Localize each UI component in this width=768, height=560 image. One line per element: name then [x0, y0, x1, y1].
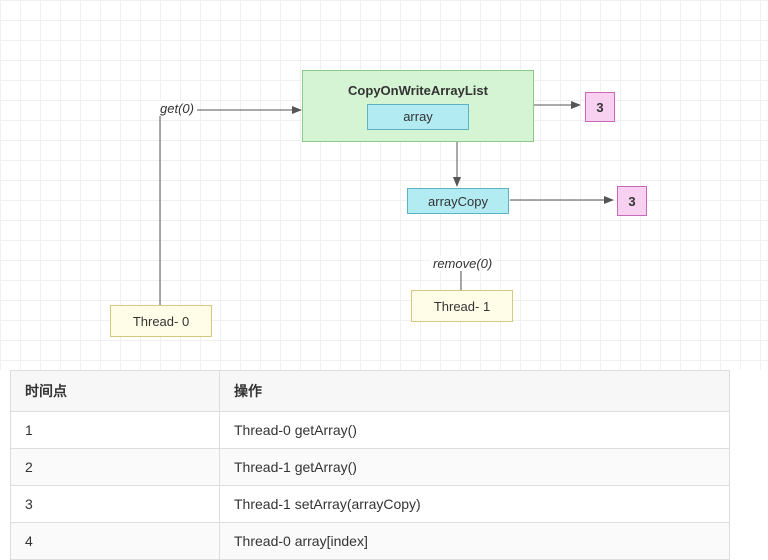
- cell: 3: [585, 92, 615, 122]
- table-cell: Thread-0 array[index]: [220, 523, 730, 560]
- arraycopy-box: arrayCopy: [407, 188, 509, 214]
- array-label: array: [403, 109, 433, 124]
- table-cell: Thread-1 setArray(arrayCopy): [220, 486, 730, 523]
- table-row: 4Thread-0 array[index]: [11, 523, 730, 560]
- thread-0-box: Thread- 0: [110, 305, 212, 337]
- get-label: get(0): [157, 101, 197, 116]
- remove-label: remove(0): [430, 256, 495, 271]
- th-op: 操作: [220, 371, 730, 412]
- timeline-table: 时间点 操作 1Thread-0 getArray()2Thread-1 get…: [10, 370, 730, 560]
- diagram-canvas: Thread- 0 Thread- 1 CopyOnWriteArrayList…: [0, 0, 768, 370]
- thread-1-label: Thread- 1: [434, 299, 490, 314]
- cowlist-box: CopyOnWriteArrayList array: [302, 70, 534, 142]
- thread-0-label: Thread- 0: [133, 314, 189, 329]
- table-row: 3Thread-1 setArray(arrayCopy): [11, 486, 730, 523]
- table-cell: 2: [11, 449, 220, 486]
- table-cell: Thread-1 getArray(): [220, 449, 730, 486]
- thread-1-box: Thread- 1: [411, 290, 513, 322]
- table-cell: 1: [11, 412, 220, 449]
- cowlist-title: CopyOnWriteArrayList: [348, 83, 488, 98]
- table-row: 1Thread-0 getArray(): [11, 412, 730, 449]
- arraycopy-label: arrayCopy: [428, 194, 488, 209]
- array-box: array: [367, 104, 469, 130]
- table-cell: 3: [11, 486, 220, 523]
- cell: 3: [617, 186, 647, 216]
- th-time: 时间点: [11, 371, 220, 412]
- table-row: 2Thread-1 getArray(): [11, 449, 730, 486]
- table-cell: Thread-0 getArray(): [220, 412, 730, 449]
- table-cell: 4: [11, 523, 220, 560]
